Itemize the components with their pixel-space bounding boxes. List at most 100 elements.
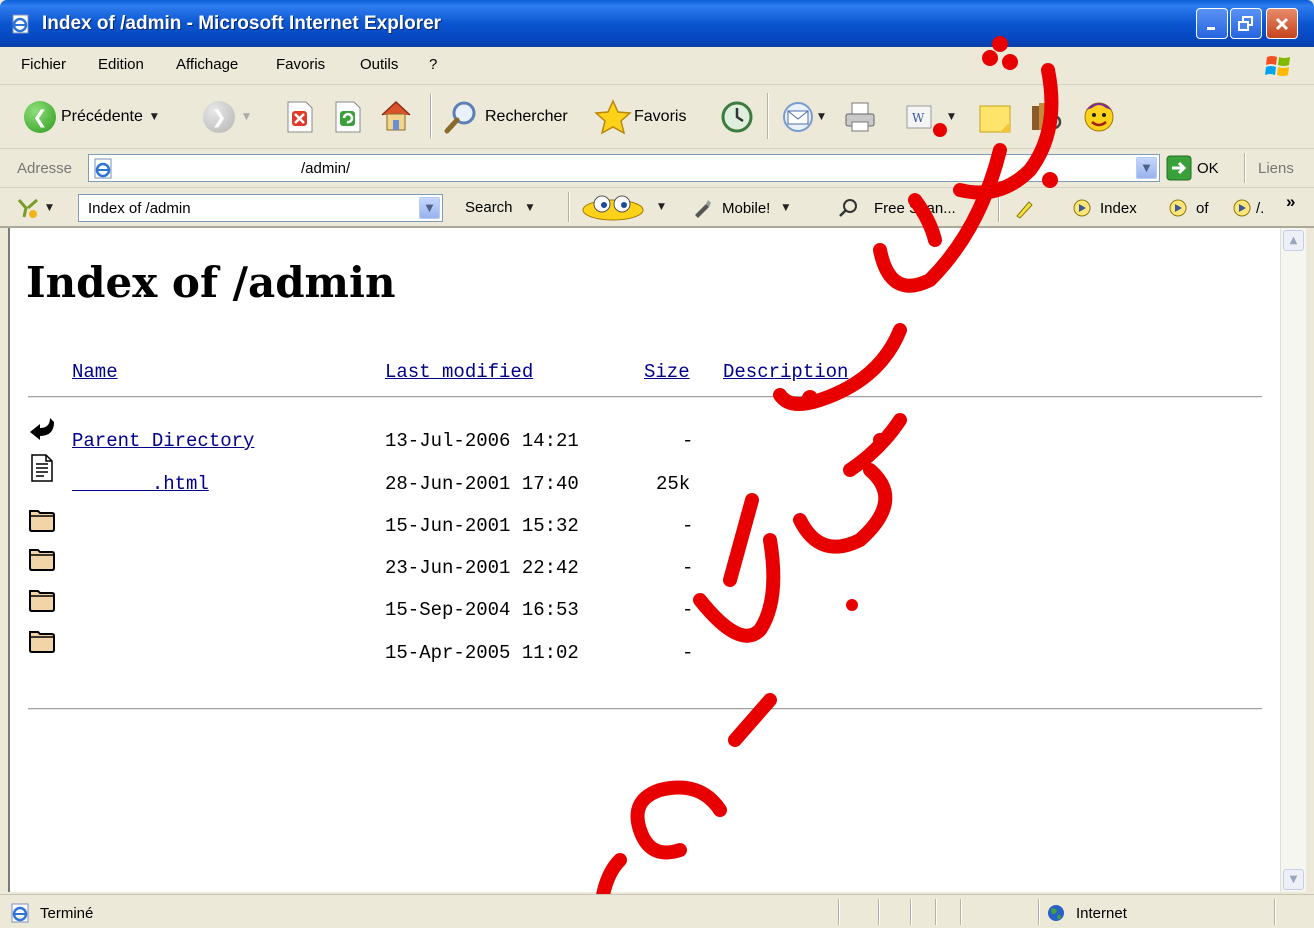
forward-arrow-icon: ❯: [203, 101, 235, 133]
logo-dropdown-icon[interactable]: ▼: [46, 203, 53, 213]
window-title: Index of /admin - Microsoft Internet Exp…: [42, 13, 442, 34]
search-toolbar-input[interactable]: Index of /admin ▼: [78, 194, 443, 222]
history-button[interactable]: [719, 100, 755, 134]
mobile-pen-icon: [695, 200, 711, 218]
forward-button[interactable]: ❯ ▼: [203, 101, 250, 133]
mobile-dropdown-icon[interactable]: ▼: [782, 203, 789, 213]
minimize-button[interactable]: [1196, 8, 1228, 39]
search-web-button[interactable]: Search ▼: [465, 199, 533, 216]
stop-button[interactable]: [284, 100, 316, 134]
forward-dropdown-icon[interactable]: ▼: [243, 112, 250, 122]
scroll-up-button[interactable]: ▲: [1283, 230, 1304, 251]
home-button[interactable]: [378, 98, 414, 134]
search-input-dropdown-button[interactable]: ▼: [419, 197, 440, 219]
menu-affichage[interactable]: Affichage: [176, 56, 238, 73]
edit-dropdown-icon[interactable]: ▼: [948, 112, 955, 122]
stop-icon: [287, 101, 313, 133]
toolbar-separator: [430, 93, 432, 139]
back-label: Précédente: [61, 108, 143, 125]
page-favicon-icon: [94, 158, 112, 179]
refresh-icon: [335, 101, 361, 133]
ie-page-icon: [11, 903, 29, 923]
discuss-button[interactable]: [978, 100, 1014, 134]
back-arrow-icon: ❮: [24, 101, 56, 133]
mobile-button[interactable]: Mobile! ▼: [692, 198, 789, 218]
file-modified: 15-Apr-2005 11:02: [385, 642, 579, 664]
mail-button[interactable]: ▼: [780, 100, 825, 134]
status-cell: [878, 899, 880, 925]
folder-icon: [29, 590, 55, 612]
go-arrow-icon: [1166, 155, 1192, 181]
file-size: -: [682, 599, 694, 621]
status-cell: [1038, 899, 1040, 925]
menu-outils[interactable]: Outils: [360, 56, 398, 73]
print-button[interactable]: [842, 100, 878, 134]
back-dropdown-icon[interactable]: ▼: [151, 112, 158, 122]
search-button[interactable]: Rechercher: [444, 100, 568, 134]
vertical-scrollbar[interactable]: ▲ ▼: [1280, 228, 1306, 892]
mail-icon: [783, 102, 813, 132]
status-cell: [960, 899, 962, 925]
menu-edition[interactable]: Edition: [98, 56, 144, 73]
free-scan-button[interactable]: Free Scan...: [838, 198, 956, 218]
column-header-size[interactable]: Size: [644, 361, 690, 383]
page-content: Index of /admin Name Last modified Size …: [8, 228, 1280, 892]
smiley-eyes-icon: [582, 195, 644, 221]
address-input[interactable]: /admin/ ▼: [88, 154, 1160, 182]
folder-icon: [29, 549, 55, 571]
discuss-note-icon: [979, 105, 1011, 133]
research-button[interactable]: [1028, 98, 1064, 134]
file-modified: 28-Jun-2001 17:40: [385, 473, 579, 495]
file-size: 25k: [656, 473, 691, 495]
close-button[interactable]: [1266, 8, 1298, 39]
file-link[interactable]: Parent Directory: [72, 430, 254, 452]
messenger-button[interactable]: [1080, 96, 1118, 134]
menu-favoris[interactable]: Favoris: [276, 56, 325, 73]
highlight-button[interactable]: [1014, 197, 1036, 219]
find-term-icon: [1169, 199, 1187, 217]
back-button[interactable]: ❮ Précédente ▼: [24, 101, 158, 133]
search-web-dropdown-icon[interactable]: ▼: [527, 203, 534, 213]
menu-help[interactable]: ?: [429, 56, 437, 73]
research-books-icon: [1032, 103, 1062, 130]
address-bar: Adresse /admin/ ▼ OK Liens: [0, 149, 1314, 188]
scroll-down-button[interactable]: ▼: [1283, 869, 1304, 890]
status-cell: [838, 899, 840, 925]
file-modified: 15-Jun-2001 15:32: [385, 515, 579, 537]
column-header-description[interactable]: Description: [723, 361, 848, 383]
status-text: Terminé: [40, 905, 94, 922]
highlight-term-of-label: of: [1196, 199, 1209, 217]
file-link[interactable]: .html: [72, 473, 209, 495]
file-modified: 13-Jul-2006 14:21: [385, 430, 579, 452]
address-dropdown-button[interactable]: ▼: [1136, 157, 1157, 179]
refresh-button[interactable]: [332, 100, 364, 134]
favorites-button[interactable]: Favoris: [594, 99, 686, 135]
links-label[interactable]: Liens: [1258, 160, 1294, 177]
search-web-label: Search: [465, 199, 513, 216]
home-icon: [381, 100, 411, 131]
file-size: -: [682, 515, 694, 537]
menu-fichier[interactable]: Fichier: [21, 56, 66, 73]
file-size: -: [682, 430, 694, 452]
restore-button[interactable]: [1230, 8, 1262, 39]
mail-dropdown-icon[interactable]: ▼: [818, 112, 825, 122]
title-bar[interactable]: Index of /admin - Microsoft Internet Exp…: [0, 0, 1314, 47]
column-header-name[interactable]: Name: [72, 361, 118, 383]
yahoo-companion-icon: [17, 198, 38, 218]
column-header-last-modified[interactable]: Last modified: [385, 361, 533, 383]
smiley-button[interactable]: ▼: [580, 192, 665, 222]
smiley-dropdown-icon[interactable]: ▼: [658, 202, 665, 212]
search-toolbar-logo-button[interactable]: ▼: [16, 196, 53, 220]
toolbar-separator: [1244, 153, 1246, 183]
folder-icon: [29, 510, 55, 532]
file-modified: 23-Jun-2001 22:42: [385, 557, 579, 579]
toolbar-separator: [998, 192, 1000, 222]
minimize-icon: [1207, 26, 1215, 30]
highlight-term-index[interactable]: Index: [1072, 198, 1137, 218]
edit-word-button[interactable]: W ▼: [904, 102, 955, 132]
toolbar-more-chevron[interactable]: »: [1286, 192, 1295, 212]
highlight-term-admin[interactable]: /.: [1232, 198, 1264, 218]
highlight-term-of[interactable]: of: [1168, 198, 1209, 218]
chevron-down-icon: ▼: [1142, 162, 1151, 174]
go-button[interactable]: OK: [1166, 155, 1219, 181]
